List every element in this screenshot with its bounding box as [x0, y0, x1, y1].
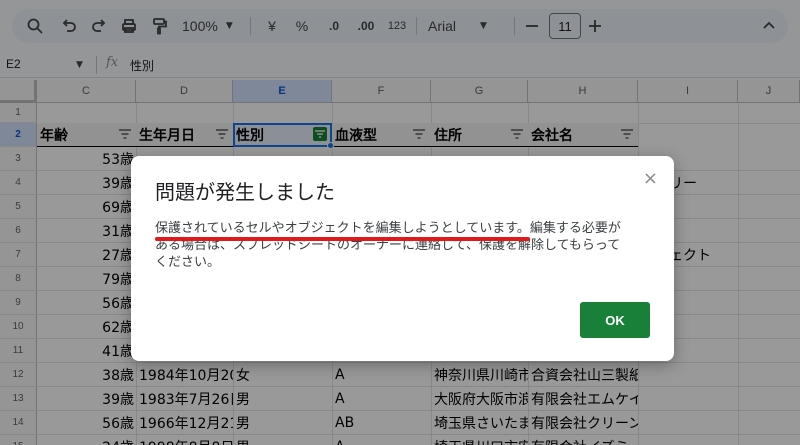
ok-button[interactable]: OK — [580, 302, 650, 338]
error-dialog: 問題が発生しました × 保護されているセルやオブジェクトを編集しようとしています… — [131, 156, 674, 361]
dialog-message-line3: ください。 — [155, 255, 221, 270]
dialog-message-rest: 。編集する必要が — [516, 221, 621, 236]
dialog-message-highlight: 保護されているセルやオブジェクトを編集しようとしています — [155, 221, 517, 236]
red-underline-annotation — [155, 237, 530, 241]
dialog-title: 問題が発生しました — [155, 180, 335, 204]
dialog-message: 保護されているセルやオブジェクトを編集しようとしています。編集する必要が ある場… — [155, 220, 655, 271]
close-icon[interactable]: × — [643, 168, 658, 189]
